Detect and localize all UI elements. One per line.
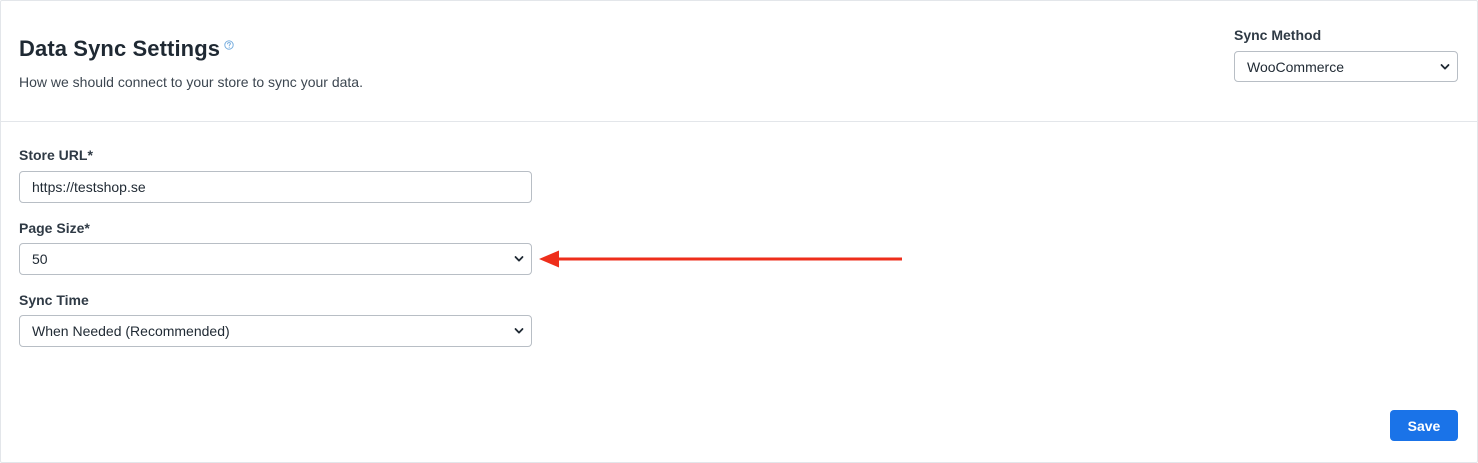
page-size-label: Page Size* [19, 220, 90, 236]
sync-time-value: When Needed (Recommended) [32, 323, 230, 339]
chevron-down-icon [514, 328, 524, 334]
store-url-input[interactable] [19, 171, 532, 203]
save-button[interactable]: Save [1390, 410, 1458, 441]
page-size-value: 50 [32, 251, 48, 267]
settings-panel: Data Sync Settings How we should connect… [0, 0, 1478, 463]
chevron-down-icon [1440, 63, 1450, 69]
store-url-label: Store URL* [19, 147, 93, 163]
arrow-left-icon [539, 250, 902, 268]
page-subtitle: How we should connect to your store to s… [19, 74, 363, 90]
chevron-down-icon [514, 256, 524, 262]
page-title: Data Sync Settings [19, 36, 221, 61]
sync-time-label: Sync Time [19, 292, 89, 308]
sync-method-label: Sync Method [1234, 27, 1322, 43]
page-title-row: Data Sync Settings [19, 36, 234, 62]
sync-time-select[interactable]: When Needed (Recommended) [19, 315, 532, 347]
sync-method-select[interactable]: WooCommerce [1234, 51, 1458, 82]
settings-header: Data Sync Settings How we should connect… [1, 1, 1477, 122]
question-circle-icon[interactable] [224, 40, 234, 50]
page-size-select[interactable]: 50 [19, 243, 532, 275]
sync-method-value: WooCommerce [1247, 58, 1344, 75]
